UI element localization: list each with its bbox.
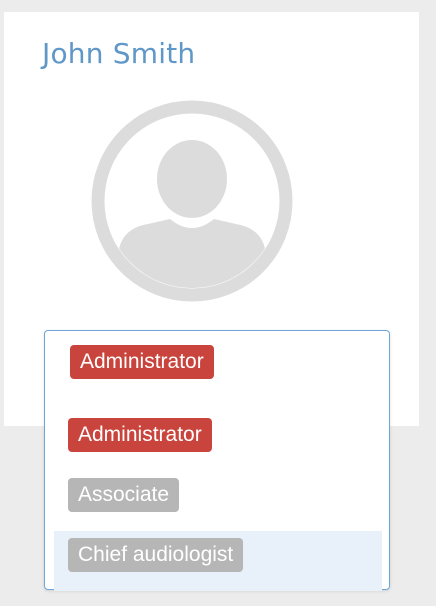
role-options-list: Administrator Associate Chief audiologis… (54, 411, 382, 591)
role-option-label: Administrator (68, 418, 212, 452)
selected-role-badge: Administrator (70, 345, 214, 379)
role-option-chief-audiologist[interactable]: Chief audiologist (54, 531, 382, 591)
role-option-label: Associate (68, 478, 180, 512)
user-name: John Smith (42, 37, 196, 70)
role-select[interactable]: Administrator Administrator Associate Ch… (44, 330, 390, 591)
role-option-associate[interactable]: Associate (54, 471, 382, 531)
selected-role[interactable]: Administrator (70, 345, 214, 379)
user-avatar-icon (91, 100, 293, 302)
role-option-administrator[interactable]: Administrator (54, 411, 382, 471)
role-option-label: Chief audiologist (68, 538, 244, 572)
